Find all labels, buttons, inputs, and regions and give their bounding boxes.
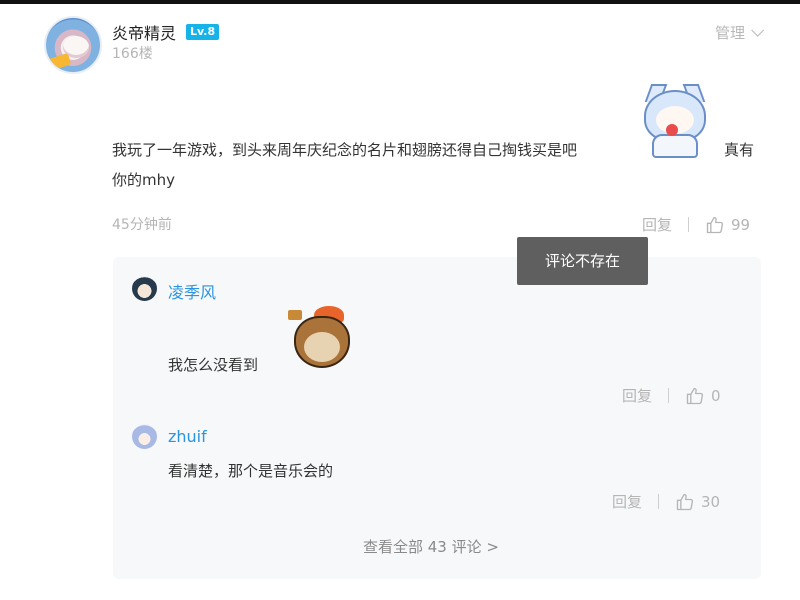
post-actions: 回复 99 (642, 214, 750, 235)
replies-panel (113, 257, 761, 579)
view-all-comments-link[interactable]: 查看全部 43 评论 > (363, 536, 499, 557)
reply-actions: 回复 30 (612, 491, 720, 512)
reply-button[interactable]: 回复 (622, 385, 652, 406)
post-time: 45分钟前 (112, 217, 172, 233)
like-count: 0 (711, 386, 721, 405)
like-button[interactable]: 99 (705, 215, 750, 235)
like-button[interactable]: 0 (685, 386, 721, 406)
reply-button[interactable]: 回复 (612, 491, 642, 512)
reply-button[interactable]: 回复 (642, 214, 672, 235)
post-text-tail: 真有 (724, 141, 755, 159)
like-count: 99 (731, 215, 751, 234)
reply-username[interactable]: 凌季风 (168, 279, 216, 303)
divider (668, 388, 670, 403)
level-badge: Lv.8 (186, 24, 220, 40)
toast-message: 评论不存在 (517, 237, 648, 285)
floor-number: 166楼 (112, 46, 153, 62)
thumbs-up-icon (686, 387, 704, 404)
manage-button[interactable]: 管理 (714, 22, 764, 43)
thumbs-up-icon (706, 216, 724, 233)
user-avatar[interactable] (44, 16, 102, 74)
like-button[interactable]: 30 (675, 492, 720, 512)
sticker-image (638, 84, 712, 162)
manage-label: 管理 (714, 24, 745, 42)
sticker-image (288, 306, 352, 376)
reply-text: 看清楚，那个是音乐会的 (168, 462, 334, 480)
like-count: 30 (701, 492, 721, 511)
divider (688, 217, 690, 232)
username[interactable]: 炎帝精灵 (112, 20, 176, 44)
divider (658, 494, 660, 509)
top-border (0, 0, 800, 4)
reply-actions: 回复 0 (622, 385, 721, 406)
reply-avatar[interactable] (132, 424, 157, 449)
reply-username[interactable]: zhuif (168, 427, 207, 446)
post-text-line1: 我玩了一年游戏，到头来周年庆纪念的名片和翅膀还得自己掏钱买是吧 (112, 141, 578, 159)
chevron-down-icon (751, 24, 764, 37)
thumbs-up-icon (676, 493, 694, 510)
post-text-line2: 你的mhy (112, 171, 175, 189)
reply-avatar[interactable] (132, 276, 157, 301)
reply-text: 我怎么没看到 (168, 356, 259, 374)
avatar-badge (46, 52, 72, 72)
